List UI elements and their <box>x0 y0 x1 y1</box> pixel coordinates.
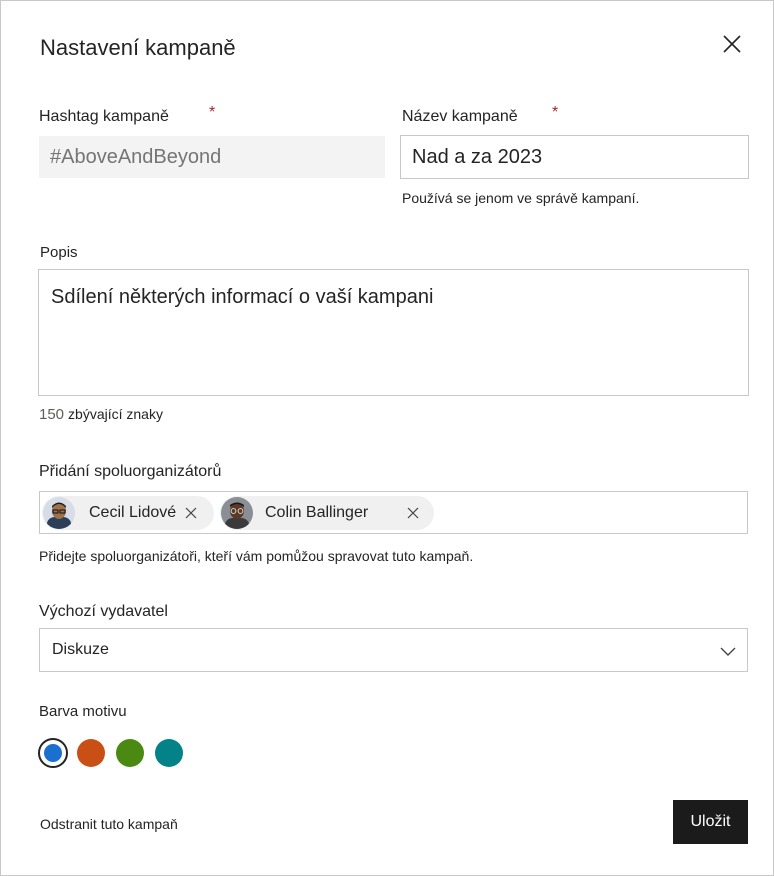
person-chip: Colin Ballinger <box>220 496 434 530</box>
chevron-down-icon <box>720 647 736 656</box>
description-textarea[interactable]: Sdílení některých informací o vaší kampa… <box>38 269 749 396</box>
close-icon <box>407 507 419 519</box>
save-button[interactable]: Uložit <box>673 800 748 844</box>
coorganizers-label: Přidání spoluorganizátorů <box>39 463 222 480</box>
remaining-label: zbývající znaky <box>68 406 163 422</box>
campaign-settings-dialog: Nastavení kampaně Hashtag kampaně * Náze… <box>0 0 774 876</box>
description-label: Popis <box>40 244 78 261</box>
person-chip: Cecil Lidové <box>42 496 214 530</box>
delete-campaign-link[interactable]: Odstranit tuto kampaň <box>40 816 178 832</box>
color-swatch-blue[interactable] <box>38 738 68 768</box>
person-name: Cecil Lidové <box>89 504 177 521</box>
color-swatch-fill <box>44 744 62 762</box>
close-button[interactable] <box>717 29 747 59</box>
hashtag-label: Hashtag kampaně <box>39 108 169 125</box>
remove-person-button[interactable] <box>404 504 422 522</box>
publisher-dropdown[interactable]: Diskuze <box>39 628 748 672</box>
campaign-name-label: Název kampaně <box>402 108 518 125</box>
hashtag-required-mark: * <box>209 104 216 121</box>
publisher-label: Výchozí vydavatel <box>39 603 168 620</box>
theme-color-label: Barva motivu <box>39 703 127 720</box>
avatar <box>43 497 75 529</box>
description-counter: 150 zbývající znaky <box>39 406 163 423</box>
color-swatch-orange[interactable] <box>77 739 105 767</box>
remaining-count: 150 <box>39 406 65 423</box>
remove-person-button[interactable] <box>182 504 200 522</box>
avatar <box>221 497 253 529</box>
close-icon <box>185 507 197 519</box>
color-swatch-green[interactable] <box>116 739 144 767</box>
campaign-name-input[interactable] <box>400 135 749 179</box>
dialog-title: Nastavení kampaně <box>40 35 236 60</box>
coorganizers-helper: Přidejte spoluorganizátoři, kteří vám po… <box>39 548 474 564</box>
publisher-selected-value: Diskuze <box>52 641 109 658</box>
close-icon <box>723 35 741 53</box>
campaign-name-helper: Používá se jenom ve správě kampaní. <box>402 190 640 206</box>
color-swatch-teal[interactable] <box>155 739 183 767</box>
coorganizers-picker[interactable]: Cecil Lidové Colin Ballinger <box>39 491 748 534</box>
campaign-name-required-mark: * <box>552 104 559 121</box>
person-name: Colin Ballinger <box>265 504 369 521</box>
hashtag-input <box>39 136 385 178</box>
